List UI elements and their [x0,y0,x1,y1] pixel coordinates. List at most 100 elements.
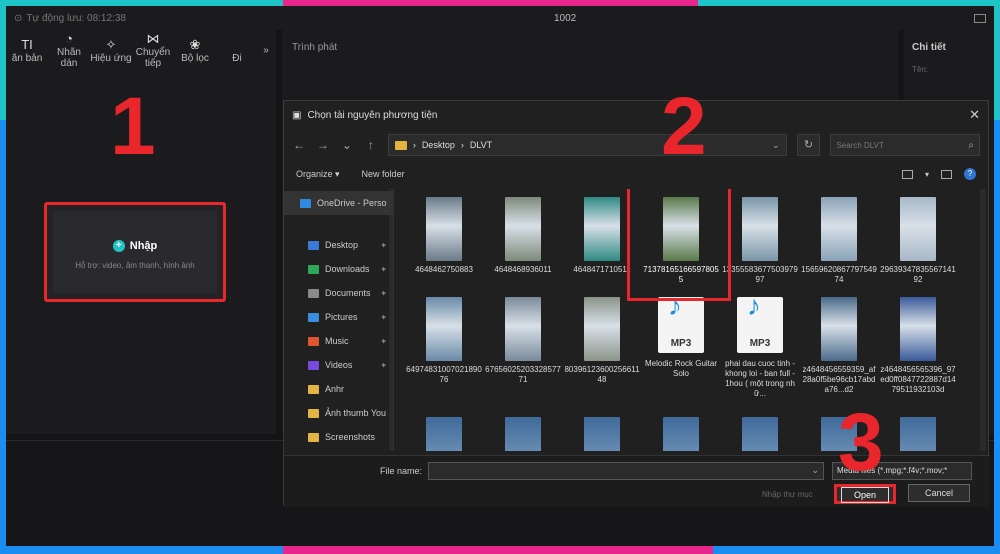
file-item[interactable]: ♪ MP3 phai dau cuoc tinh - khong loi - ban… [722,292,798,399]
toolbar-item-2[interactable]: ✧ Hiệu ứng [90,37,132,64]
import-area[interactable]: + Nhập Hỗ trợ: video, âm thanh, hình ảnh [53,211,217,293]
nav-item-4[interactable]: Pictures ✦ [284,305,393,329]
folder-icon [308,336,319,346]
toolbar-item-4[interactable]: ❀ Bộ lọc [174,37,216,64]
toolbar-label: Bộ lọc [181,52,209,64]
file-name-label: File name: [380,466,423,476]
file-item[interactable]: 4648462750883 [406,197,482,275]
video-thumbnail [505,297,541,361]
nav-item-2[interactable]: Downloads ✦ [284,257,393,281]
pin-icon: ✦ [380,336,387,346]
folder-icon [308,264,319,274]
pin-icon: ✦ [380,240,387,250]
toolbar-label: ăn bản [11,52,43,64]
video-thumbnail [900,197,936,261]
window-layout-icon[interactable] [974,13,986,23]
back-arrow-icon[interactable]: ← [292,138,306,152]
folder-icon [308,360,319,370]
nav-item-3[interactable]: Documents ✦ [284,281,393,305]
pin-icon: ✦ [380,360,387,370]
video-thumbnail [821,297,857,361]
pin-icon: ✦ [380,288,387,298]
help-icon[interactable]: ? [964,168,976,180]
navigation-pane: OneDrive - Perso Desktop ✦ Downloads ✦ Docume… [284,189,394,451]
dialog-title: Chọn tài nguyên phương tiện [307,109,438,121]
folder-icon [308,288,319,298]
toolbar-item-1[interactable]: ◔ Nhãn dán [48,31,90,69]
project-title: 1002 [554,12,577,24]
file-item[interactable]: z4648456559359_af28a0f5be96cb17abda76...… [801,297,877,395]
file-item[interactable] [643,417,719,451]
nav-item-1[interactable]: Desktop ✦ [284,233,393,257]
chevron-down-icon[interactable]: ⌄ [772,140,780,151]
details-title: Chi tiết [912,42,946,53]
close-icon[interactable]: ✕ [969,107,980,123]
file-item[interactable]: 2963934783556714192 [880,197,956,285]
cancel-button[interactable]: Cancel [908,484,970,502]
file-item[interactable]: 1565962086779754974 [801,197,877,285]
nav-item-6[interactable]: Videos ✦ [284,353,393,377]
file-scrollbar[interactable] [980,189,986,451]
toolbar-icon: ❀ [189,36,201,52]
video-thumbnail [584,417,620,451]
toolbar-item-3[interactable]: ⋈ Chuyển tiếp [132,31,174,69]
breadcrumb-desktop[interactable]: Desktop [422,140,455,150]
import-button[interactable]: + Nhập [112,240,157,252]
folder-icon [308,384,319,394]
toolbar-icon: ⋈ [146,31,160,46]
toolbar-item-0[interactable]: TI ăn bản [6,37,48,64]
dialog-command-bar: Organize ▾ New folder ▾ ? [284,161,988,187]
search-input[interactable]: Search DLVT ⌕ [830,134,980,156]
file-item[interactable]: 1335558367750397997 [722,197,798,285]
pin-icon: ✦ [380,312,387,322]
file-item[interactable] [406,417,482,451]
file-item[interactable]: 8039612360025661148 [564,297,640,385]
selected-file-highlight [627,189,731,301]
plus-icon: + [112,240,125,252]
nav-item-0[interactable]: OneDrive - Perso [284,191,393,215]
view-chevron-icon[interactable]: ▾ [925,170,929,179]
file-item[interactable] [722,417,798,451]
recent-chevron-icon[interactable]: ⌄ [340,138,354,152]
view-options-icon[interactable] [901,169,913,179]
nav-item-7[interactable]: Anhr [284,377,393,401]
organize-button[interactable]: Organize ▾ [296,169,340,180]
media-toolbar: TI ăn bản ◔ Nhãn dán ✧ Hiệu ứng ⋈ Chuyển tiếp ❀ B… [6,30,276,70]
file-item[interactable]: ♪ MP3 Melodic Rock Guitar Solo [643,292,719,379]
toolbar-more-icon[interactable]: » [258,45,274,56]
video-thumbnail [742,197,778,261]
nav-item-5[interactable]: Music ✦ [284,329,393,353]
refresh-icon[interactable]: ↻ [796,134,821,156]
video-thumbnail [505,197,541,261]
new-folder-button[interactable]: New folder [362,169,405,179]
chevron-down-icon[interactable]: ⌄ [811,465,819,476]
breadcrumb-dlvt[interactable]: DLVT [470,140,492,150]
preview-pane-icon[interactable] [941,169,952,179]
toolbar-icon: ✧ [105,36,117,52]
address-bar[interactable]: › Desktop › DLVT ⌄ [387,134,787,156]
toolbar-label: Chuyển tiếp [135,47,171,69]
toolbar-icon: TI [21,36,33,52]
file-item[interactable] [564,417,640,451]
folder-icon [394,140,407,150]
file-item[interactable]: 6765602520332857771 [485,297,561,385]
dialog-title-bar: ▣ Chọn tài nguyên phương tiện ✕ [284,101,988,129]
toolbar-item-5[interactable]: Đi [216,37,258,64]
forward-arrow-icon[interactable]: → [316,138,330,152]
player-title: Trình phát [292,42,338,53]
step-number-1: 1 [110,81,156,172]
file-item[interactable] [880,417,956,451]
import-folder-button[interactable]: Nhập thư mục [762,490,813,499]
pin-icon: ✦ [380,264,387,274]
nav-item-8[interactable]: Ảnh thumb You [284,401,393,425]
file-item[interactable] [485,417,561,451]
file-item[interactable]: z4648456565396_97ed0ff0847722887d1479511… [880,297,956,395]
folder-icon [308,312,319,322]
file-item[interactable]: 6497483100702189076 [406,297,482,385]
nav-item-9[interactable]: Screenshots [284,425,393,449]
dialog-nav-bar: ← → ⌄ ↑ › Desktop › DLVT ⌄ ↻ Search DLVT… [284,129,988,161]
file-item[interactable]: 4648468936011 [485,197,561,275]
up-arrow-icon[interactable]: ↑ [364,138,378,152]
import-support-text: Hỗ trợ: video, âm thanh, hình ảnh [75,261,195,270]
file-name-input[interactable]: ⌄ [428,462,824,480]
